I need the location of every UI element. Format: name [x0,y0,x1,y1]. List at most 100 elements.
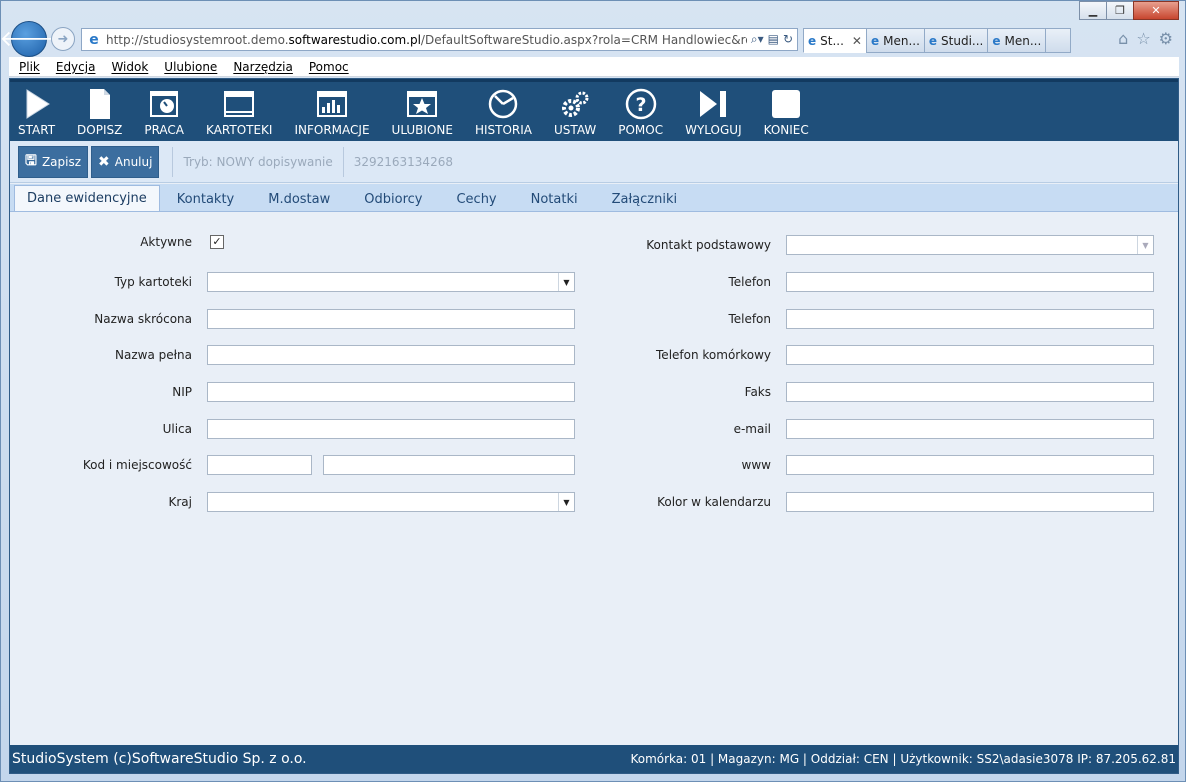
telefon-input-1[interactable] [786,272,1154,292]
action-bar: 🖫 Zapisz ✖ Anuluj Tryb: NOWY dopisywanie 3… [10,141,1178,183]
tab-zalaczniki[interactable]: Załączniki [595,187,695,211]
nazwa-pelna-input[interactable] [207,345,575,365]
cancel-button[interactable]: ✖ Anuluj [91,145,160,178]
menu-item-narzedzia[interactable]: Narzędzia [233,60,293,74]
tab-label: Studi... [941,33,984,48]
address-bar[interactable]: e http://studiosystemroot.demo.softwares… [81,28,798,51]
typ-kartoteki-select[interactable]: ▼ [207,272,575,292]
menu-item-widok[interactable]: Widok [111,60,148,74]
toolbar-informacje[interactable]: INFORMACJE [294,82,370,141]
toolbar-label: WYLOGUJ [685,123,742,137]
toolbar-label: KONIEC [763,123,809,137]
tab-notatki[interactable]: Notatki [514,187,595,211]
tab-kontakty[interactable]: Kontakty [160,187,251,211]
save-disk-icon: 🖫 [25,152,37,169]
toolbar-praca[interactable]: PRACA [144,82,184,141]
clock-window-icon [148,88,180,120]
email-input[interactable] [786,419,1154,439]
divider [172,146,174,177]
form-panel: Aktywne ✓ Typ kartoteki ▼ Nazwa skrócona… [10,211,1178,745]
toolbar-kartoteki[interactable]: KARTOTEKI [206,82,272,141]
home-icon[interactable]: ⌂ [1118,29,1128,48]
browser-window: ▁ ❐ ✕ 🡐 ➜ e http://studiosystemroot.demo… [0,0,1186,782]
ulica-input[interactable] [207,419,575,439]
row-aktywne: Aktywne ✓ [10,235,224,249]
toolbar-label: USTAW [554,123,597,137]
toolbar-label: START [18,123,56,137]
row-faks: Faks [570,382,1154,402]
kolor-kalendarz-input[interactable] [786,492,1154,512]
toolbar-dopisz[interactable]: DOPISZ [77,82,122,141]
compat-view-icon[interactable]: ▤ [768,32,779,47]
menu-item-edycja[interactable]: Edycja [56,60,96,74]
browser-tab[interactable]: e Men... [987,28,1047,53]
row-email: e-mail [570,419,1154,439]
logout-icon [697,88,729,120]
row-kod-miejscowosc: Kod i miejscowość [10,455,575,475]
toolbar-ustaw[interactable]: USTAW [554,82,596,141]
toolbar-label: KARTOTEKI [206,123,273,137]
refresh-icon[interactable]: ↻ [783,32,793,47]
toolbar-wyloguj[interactable]: WYLOGUJ [685,82,742,141]
favorites-star-icon[interactable]: ☆ [1136,29,1150,48]
telefon-input-2[interactable] [786,309,1154,329]
browser-menubar: Plik Edycja Widok Ulubione Narzędzia Pom… [9,57,1179,77]
toolbar-start[interactable]: START [18,82,55,141]
nazwa-skrocona-input[interactable] [207,309,575,329]
record-id: 3292163134268 [353,154,453,169]
www-input[interactable] [786,455,1154,475]
toolbar-pomoc[interactable]: ? POMOC [618,82,663,141]
nip-input[interactable] [207,382,575,402]
label-nazwa-pelna: Nazwa pełna [115,348,192,362]
search-icon[interactable]: ⌕▾ [751,32,764,47]
status-bar: StudioSystem (c)SoftwareStudio Sp. z o.o… [10,745,1178,773]
save-button[interactable]: 🖫 Zapisz [18,145,89,178]
maximize-button[interactable]: ❐ [1106,1,1134,20]
tab-label: St... [820,33,844,48]
browser-tab[interactable]: e St... ✕ [803,28,867,53]
faks-input[interactable] [786,382,1154,402]
toolbar-koniec[interactable]: KONIEC [764,82,809,141]
tab-m-dostaw[interactable]: M.dostaw [251,187,347,211]
kraj-select[interactable]: ▼ [207,492,575,512]
minimize-button[interactable]: ▁ [1079,1,1107,20]
close-window-button[interactable]: ✕ [1133,1,1179,20]
miejscowosc-input[interactable] [323,455,575,475]
tab-cechy[interactable]: Cechy [439,187,513,211]
row-kraj: Kraj ▼ [10,492,575,512]
save-label: Zapisz [41,154,82,169]
ie-page-icon: e [89,31,99,48]
forward-button[interactable]: ➜ [51,27,75,51]
label-telefon-komorkowy: Telefon komórkowy [656,348,771,362]
back-button[interactable]: 🡐 [0,21,59,57]
status-copyright: StudioSystem (c)SoftwareStudio Sp. z o.o… [12,751,307,767]
browser-tab[interactable]: e Men... [865,28,925,53]
label-faks: Faks [744,385,771,399]
tab-odbiorcy[interactable]: Odbiorcy [347,187,439,211]
kod-pocztowy-input[interactable] [207,455,312,475]
new-tab-button[interactable] [1045,28,1072,53]
ie-tab-icon: e [928,33,938,48]
close-tab-icon[interactable]: ✕ [852,34,862,48]
aktywne-checkbox[interactable]: ✓ [210,235,224,249]
row-telefon-komorkowy: Telefon komórkowy [570,345,1154,365]
toolbar-historia[interactable]: HISTORIA [475,82,532,141]
address-row: 🡐 ➜ e http://studiosystemroot.demo.softw… [0,21,1179,57]
telefon-komorkowy-input[interactable] [786,345,1154,365]
browser-tools: ⌂ ☆ ⚙ [1118,29,1173,48]
menu-item-plik[interactable]: Plik [19,60,40,74]
toolbar-ulubione[interactable]: ULUBIONE [392,82,453,141]
label-nip: NIP [172,385,192,399]
menu-item-ulubione[interactable]: Ulubione [164,60,217,74]
row-nazwa-pelna: Nazwa pełna [10,345,575,365]
kontakt-podstawowy-select[interactable]: ▼ [786,235,1154,255]
address-tools: ⌕▾ ▤ ↻ [747,32,797,47]
browser-tab[interactable]: e Studi... [923,28,989,53]
tab-dane-ewidencyjne[interactable]: Dane ewidencyjne [14,185,160,211]
settings-gear-icon[interactable]: ⚙ [1159,29,1173,48]
star-window-icon [406,88,438,120]
menu-item-pomoc[interactable]: Pomoc [309,60,349,74]
tab-label: Men... [883,33,920,48]
row-nip: NIP [10,382,575,402]
row-telefon-1: Telefon [570,272,1154,292]
